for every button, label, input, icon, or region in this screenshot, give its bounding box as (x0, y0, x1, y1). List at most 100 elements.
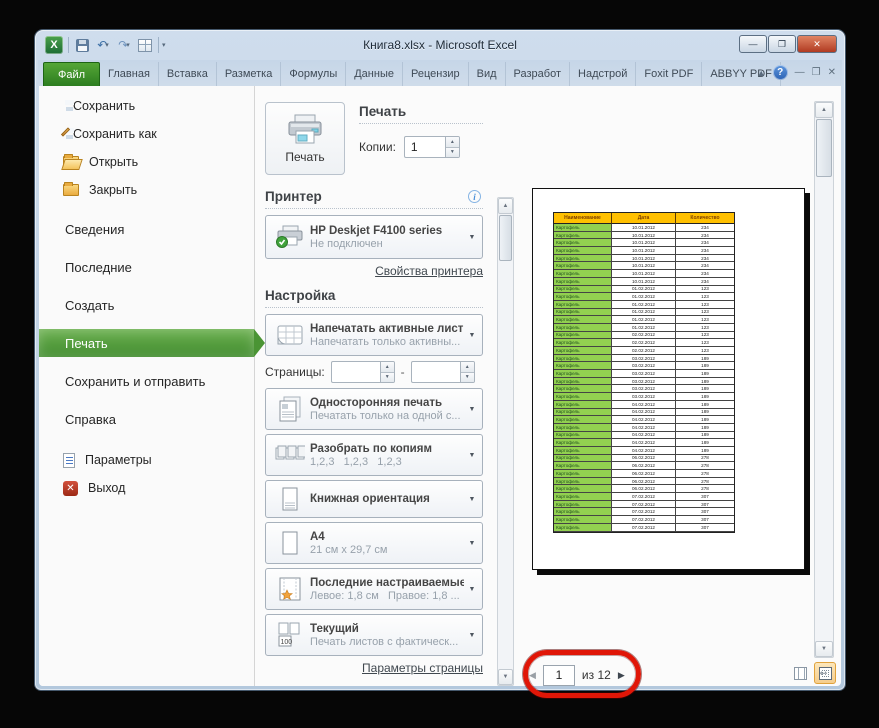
preview-cell: 189 (676, 385, 734, 394)
doc-restore-icon[interactable]: ❐ (812, 67, 821, 78)
preview-cell: 10.01.2012 (612, 224, 676, 232)
undo-icon[interactable]: ↶ ▾ (95, 36, 111, 54)
preview-cell: 123 (676, 293, 734, 301)
tab-insert[interactable]: Вставка (159, 62, 217, 86)
preview-cell: Картофель (554, 462, 612, 470)
chevron-down-icon[interactable]: ▾ (126, 41, 130, 49)
preview-scrollbar[interactable]: ▲ ▼ (814, 101, 834, 658)
sidebar-item-recent[interactable]: Последние (39, 248, 254, 286)
preview-cell: 02.02.2012 (612, 347, 676, 355)
printer-select[interactable]: HP Deskjet F4100 series Не подключен ▼ (265, 215, 483, 259)
tab-data[interactable]: Данные (346, 62, 403, 86)
separator (158, 37, 159, 53)
spin-down-icon[interactable]: ▼ (380, 372, 394, 382)
preview-cell: Картофель (554, 331, 612, 340)
info-icon[interactable]: i (468, 190, 481, 203)
copies-stepper[interactable]: 1 ▲ ▼ (403, 136, 460, 158)
doc-minimize-icon[interactable]: — (795, 67, 805, 78)
tab-view[interactable]: Вид (469, 62, 506, 86)
save-icon[interactable] (74, 36, 90, 54)
print-button[interactable]: Печать (265, 102, 345, 175)
tab-foxit-pdf[interactable]: Foxit PDF (636, 62, 703, 86)
sidebar-item-save-send[interactable]: Сохранить и отправить (39, 362, 254, 400)
sidebar-item-save[interactable]: Сохранить (39, 92, 254, 120)
margins-icon (270, 577, 310, 601)
preview-cell: 189 (676, 378, 734, 386)
minimize-button[interactable]: — (739, 35, 767, 53)
preview-cell: Картофель (554, 408, 612, 417)
sidebar-item-open[interactable]: Открыть (39, 148, 254, 176)
excel-logo-icon[interactable]: X (45, 36, 63, 54)
preview-cell: Картофель (554, 377, 612, 386)
preview-cell: 04.02.2012 (612, 423, 676, 432)
pages-from-stepper[interactable]: ▲ ▼ (330, 361, 395, 383)
scroll-up-icon[interactable]: ▲ (815, 102, 833, 118)
paper-size-select[interactable]: A4 21 см x 29,7 см ▼ (265, 522, 483, 564)
preview-cell: Картофель (554, 293, 612, 301)
spin-down-icon[interactable]: ▼ (460, 372, 474, 382)
sidebar-item-info[interactable]: Сведения (39, 210, 254, 248)
preview-cell: 03.02.2012 (612, 385, 676, 394)
show-margins-button[interactable] (789, 662, 811, 684)
scroll-up-icon[interactable]: ▲ (498, 198, 513, 214)
preview-cell: 123 (676, 347, 734, 355)
preview-cell: Картофель (554, 270, 612, 278)
scrollbar-thumb[interactable] (499, 215, 512, 261)
chevron-down-icon[interactable]: ▾ (105, 41, 109, 49)
sidebar-item-save-as[interactable]: Сохранить как (39, 120, 254, 148)
tab-home[interactable]: Главная (100, 62, 159, 86)
preview-cell: 307 (676, 516, 734, 524)
spin-up-icon[interactable]: ▲ (445, 137, 459, 148)
sidebar-item-options[interactable]: Параметры (39, 446, 254, 474)
preview-cell: 123 (676, 309, 734, 317)
customize-qat-icon[interactable]: ▾ (162, 41, 166, 49)
tab-page-layout[interactable]: Разметка (217, 62, 282, 86)
preview-cell: 123 (676, 301, 734, 309)
margins-select[interactable]: Последние настраиваемые ... Левое: 1,8 с… (265, 568, 483, 610)
tab-formulas[interactable]: Формулы (281, 62, 347, 86)
scroll-down-icon[interactable]: ▼ (498, 669, 513, 685)
close-button[interactable]: ✕ (797, 35, 837, 53)
page-setup-link[interactable]: Параметры страницы (362, 661, 483, 675)
chevron-down-icon: ▼ (468, 233, 476, 241)
duplex-select[interactable]: Односторонняя печать Печатать только на … (265, 388, 483, 430)
tab-developer[interactable]: Разработ (506, 62, 571, 86)
pages-label: Страницы: (265, 365, 325, 379)
orientation-select[interactable]: Книжная ориентация ▼ (265, 480, 483, 518)
quick-access-toolbar: X ↶ ▾ ↷ ▾ ▾ (35, 30, 166, 60)
scaling-select[interactable]: 100 Текущий Печать листов с фактическ...… (265, 614, 483, 656)
preview-cell: Картофель (554, 416, 612, 424)
pages-to-stepper[interactable]: ▲ ▼ (410, 361, 475, 383)
preview-cell: 02.02.2012 (612, 339, 676, 347)
scroll-down-icon[interactable]: ▼ (815, 641, 833, 657)
preview-cell: Картофель (554, 439, 612, 447)
print-what-select[interactable]: Напечатать активные листы Напечатать тол… (265, 314, 483, 356)
spin-up-icon[interactable]: ▲ (380, 362, 394, 373)
tab-review[interactable]: Рецензир (403, 62, 469, 86)
preview-cell: Картофель (554, 308, 612, 317)
preview-cell: 07.02.2012 (612, 508, 676, 517)
doc-close-icon[interactable]: ✕ (828, 67, 836, 78)
sidebar-item-exit[interactable]: ✕ Выход (39, 474, 254, 502)
spin-up-icon[interactable]: ▲ (460, 362, 474, 373)
tab-addins[interactable]: Надстрой (570, 62, 637, 86)
sidebar-item-help[interactable]: Справка (39, 400, 254, 438)
tab-file[interactable]: Файл (43, 62, 101, 86)
restore-button[interactable]: ❐ (768, 35, 796, 53)
collapse-ribbon-icon[interactable]: ▲ (757, 68, 766, 78)
zoom-to-page-button[interactable] (814, 662, 836, 684)
scrollbar-thumb[interactable] (816, 119, 832, 177)
printer-properties-link[interactable]: Свойства принтера (375, 264, 483, 278)
help-icon[interactable]: ? (772, 65, 788, 80)
preview-cell: Картофель (554, 485, 612, 494)
spin-down-icon[interactable]: ▼ (445, 147, 459, 157)
preview-cell: 03.02.2012 (612, 370, 676, 378)
table-icon[interactable] (137, 36, 153, 54)
sidebar-item-print[interactable]: Печать (39, 329, 265, 357)
redo-icon[interactable]: ↷ ▾ (116, 36, 132, 54)
sidebar-item-close[interactable]: Закрыть (39, 176, 254, 204)
collate-select[interactable]: Разобрать по копиям 1,2,3 1,2,3 1,2,3 ▼ (265, 434, 483, 476)
preview-cell: Картофель (554, 470, 612, 478)
settings-scrollbar[interactable]: ▲ ▼ (497, 197, 514, 686)
sidebar-item-new[interactable]: Создать (39, 286, 254, 324)
